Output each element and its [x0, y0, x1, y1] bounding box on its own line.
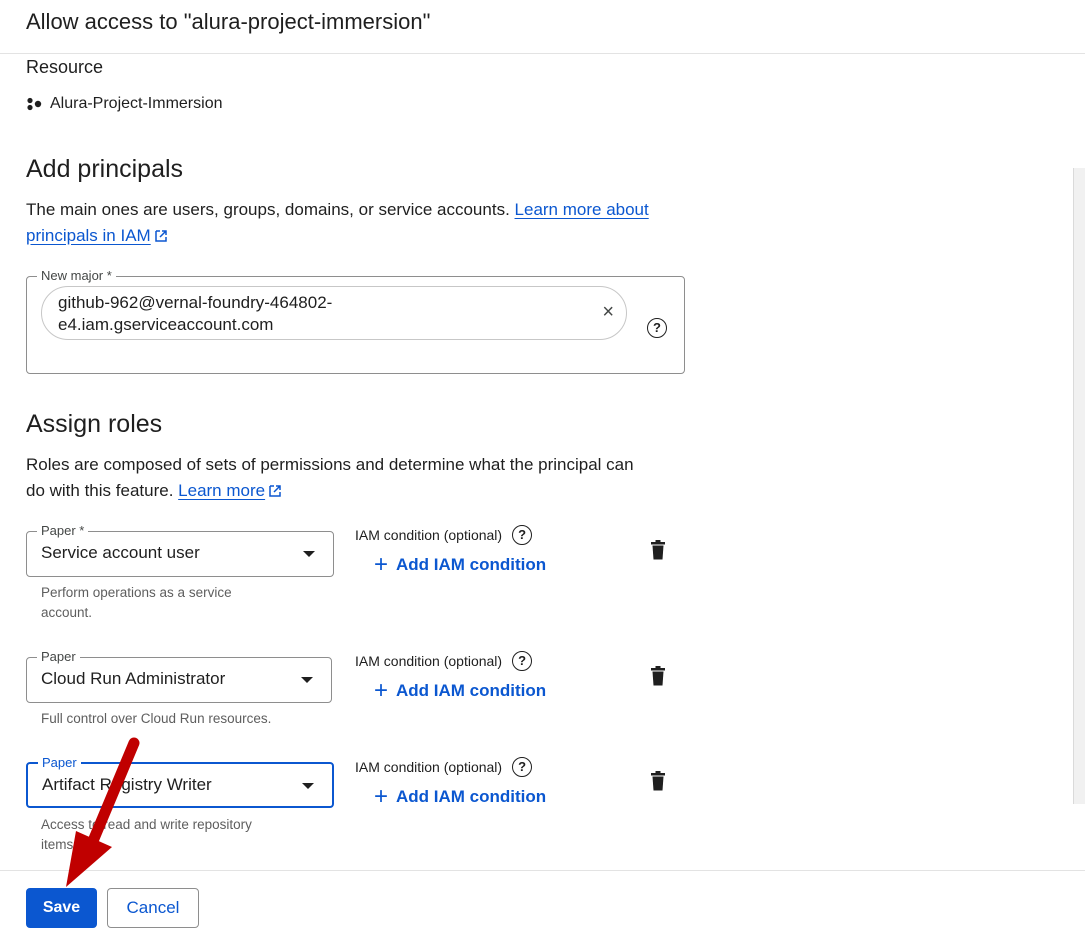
role-select-value: Service account user	[41, 543, 200, 562]
roles-description-line2: do with this feature.	[26, 481, 174, 500]
learn-more-principals-link[interactable]: Learn more about	[515, 200, 649, 219]
help-icon[interactable]: ?	[512, 525, 533, 545]
plus-icon: +	[374, 677, 389, 704]
delete-icon[interactable]	[650, 666, 666, 686]
add-iam-condition-button[interactable]: + Add IAM condition	[374, 783, 546, 810]
add-iam-condition-button[interactable]: + Add IAM condition	[374, 551, 546, 578]
iam-condition-label: IAM condition (optional)?	[355, 525, 533, 545]
help-icon[interactable]: ?	[512, 651, 533, 671]
principal-chip-line2: e4.iam.gserviceaccount.com	[58, 315, 274, 334]
role-select-value: Artifact Registry Writer	[42, 775, 212, 794]
external-link-icon	[269, 485, 281, 497]
new-principal-label: New major *	[37, 268, 116, 284]
principals-description-text: The main ones are users, groups, domains…	[26, 200, 510, 219]
principal-chip-line1: github-962@vernal-foundry-464802-	[58, 293, 333, 312]
save-button[interactable]: Save	[26, 888, 97, 928]
role-select-label: Paper	[37, 649, 80, 665]
roles-description-line1: Roles are composed of sets of permission…	[26, 455, 634, 474]
dialog-footer: Save Cancel	[0, 870, 1085, 932]
project-icon	[27, 97, 42, 111]
role-description: Perform operations as a service account.	[41, 585, 232, 620]
role-select-value: Cloud Run Administrator	[41, 669, 226, 688]
close-icon[interactable]: ×	[602, 301, 614, 323]
role-description: Access to read and write repository item…	[41, 817, 252, 852]
chevron-down-icon	[301, 677, 313, 683]
role-description: Full control over Cloud Run resources.	[41, 711, 272, 726]
help-icon[interactable]: ?	[647, 318, 667, 338]
role-select-3[interactable]: Paper Artifact Registry Writer	[26, 755, 334, 808]
external-link-icon	[154, 230, 167, 242]
principals-description: The main ones are users, groups, domains…	[26, 197, 686, 249]
iam-condition-label: IAM condition (optional)?	[355, 651, 533, 671]
cancel-button[interactable]: Cancel	[107, 888, 199, 928]
assign-roles-heading: Assign roles	[26, 410, 163, 438]
plus-icon: +	[374, 551, 389, 578]
role-select-1[interactable]: Paper * Service account user	[26, 523, 334, 577]
dialog-title: Allow access to "alura-project-immersion…	[26, 9, 431, 34]
role-select-label: Paper *	[37, 523, 89, 539]
plus-icon: +	[374, 783, 389, 810]
iam-condition-label: IAM condition (optional)?	[355, 757, 533, 777]
resource-row: Alura-Project-Immersion	[26, 95, 222, 113]
role-select-label: Paper	[38, 755, 81, 771]
chevron-down-icon	[302, 783, 314, 789]
add-principals-heading: Add principals	[26, 155, 184, 183]
delete-icon[interactable]	[650, 771, 666, 791]
resource-name: Alura-Project-Immersion	[50, 95, 223, 112]
new-principal-field[interactable]: New major * github-962@vernal-foundry-46…	[26, 268, 685, 374]
role-select-2[interactable]: Paper Cloud Run Administrator	[26, 649, 332, 703]
resource-label: Resource	[26, 57, 104, 77]
roles-description: Roles are composed of sets of permission…	[26, 452, 686, 504]
learn-more-roles-link[interactable]: Learn more	[178, 481, 265, 500]
principals-in-iam-link[interactable]: principals in IAM	[26, 226, 151, 245]
chevron-down-icon	[303, 551, 315, 557]
principal-chip[interactable]: github-962@vernal-foundry-464802- e4.iam…	[41, 286, 627, 340]
scrollbar[interactable]	[1073, 168, 1085, 804]
help-icon[interactable]: ?	[512, 757, 533, 777]
add-iam-condition-button[interactable]: + Add IAM condition	[374, 677, 546, 704]
delete-icon[interactable]	[650, 540, 666, 560]
dialog-header: Allow access to "alura-project-immersion…	[0, 0, 1085, 54]
